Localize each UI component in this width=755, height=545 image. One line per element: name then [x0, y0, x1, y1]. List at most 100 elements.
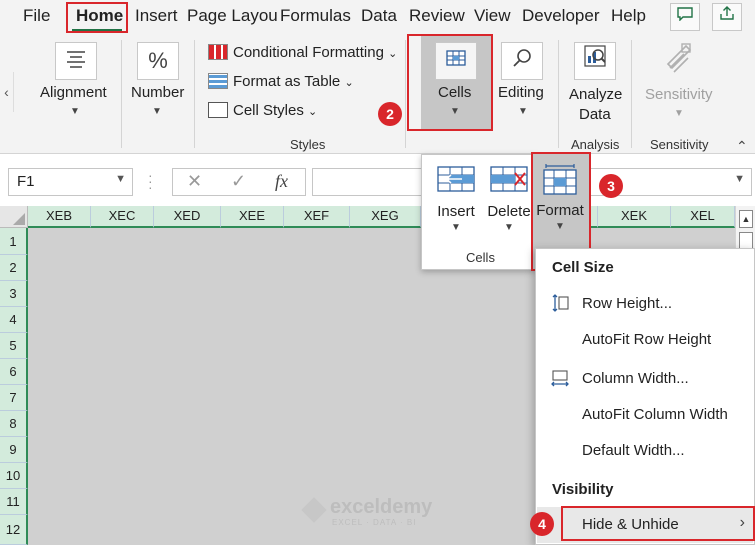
format-as-table-label: Format as Table	[233, 73, 341, 90]
tab-review[interactable]: Review	[409, 6, 465, 26]
editing-button[interactable]: Editing	[498, 84, 544, 101]
row-header[interactable]: 5	[0, 333, 28, 359]
column-header[interactable]: XEE	[221, 206, 284, 228]
cell-styles-button[interactable]: Cell Styles ⌄	[208, 102, 317, 119]
analyze-data-icon[interactable]	[574, 42, 616, 80]
chevron-down-icon: ▼	[504, 222, 514, 233]
sensitivity-button: Sensitivity	[645, 86, 713, 103]
percent-icon[interactable]: %	[137, 42, 179, 80]
autofit-column-width-item[interactable]: AutoFit Column Width	[537, 397, 753, 433]
row-header[interactable]: 11	[0, 489, 28, 515]
tab-page-layout[interactable]: Page Layou	[187, 6, 278, 26]
row-header[interactable]: 4	[0, 307, 28, 333]
alignment-icon[interactable]	[55, 42, 97, 80]
format-menu: Cell Size Row Height... AutoFit Row Heig…	[535, 248, 755, 545]
name-box-value: F1	[17, 173, 35, 190]
tab-developer[interactable]: Developer	[522, 6, 600, 26]
column-header[interactable]: XEF	[284, 206, 350, 228]
row-header[interactable]: 12	[0, 515, 28, 545]
sensitivity-group-label: Sensitivity	[650, 137, 709, 152]
row-height-item[interactable]: Row Height...	[537, 286, 753, 322]
chevron-down-icon[interactable]: ▼	[115, 173, 126, 185]
default-width-label: Default Width...	[582, 442, 685, 459]
cell-styles-icon	[208, 102, 228, 118]
conditional-formatting-label: Conditional Formatting	[233, 44, 384, 61]
row-header[interactable]: 9	[0, 437, 28, 463]
step-badge-4: 4	[530, 512, 554, 536]
sensitivity-icon	[664, 42, 698, 78]
analyze-data-button[interactable]: Analyze	[569, 86, 622, 103]
analyze-data-label-line2: Data	[579, 106, 611, 123]
default-width-item[interactable]: Default Width...	[537, 433, 753, 469]
formula-buttons: ✕ ✓ fx	[172, 168, 306, 196]
tab-formulas[interactable]: Formulas	[280, 6, 351, 26]
home-tab-highlight	[66, 2, 128, 33]
row-height-icon	[551, 294, 569, 312]
column-header[interactable]: XED	[154, 206, 221, 228]
watermark-tagline: EXCEL · DATA · BI	[332, 518, 417, 527]
column-header[interactable]: XEC	[91, 206, 154, 228]
enter-icon[interactable]: ✓	[231, 171, 246, 192]
name-box[interactable]: F1 ▼	[8, 168, 133, 196]
tab-help[interactable]: Help	[611, 6, 646, 26]
analysis-group-label: Analysis	[571, 137, 620, 152]
column-header[interactable]: XEL	[671, 206, 735, 228]
insert-label: Insert	[437, 203, 475, 220]
row-header[interactable]: 2	[0, 255, 28, 281]
tab-insert[interactable]: Insert	[135, 6, 178, 26]
collapse-ribbon-icon[interactable]: ⌃	[736, 138, 748, 155]
alignment-button[interactable]: Alignment	[40, 84, 107, 101]
chevron-down-icon: ▼	[152, 106, 162, 117]
column-width-label: Column Width...	[582, 370, 689, 387]
share-icon[interactable]	[712, 3, 742, 31]
delete-cells-button[interactable]: Delete ▼	[484, 155, 534, 233]
cell-size-heading: Cell Size	[552, 259, 614, 276]
row-header[interactable]: 1	[0, 228, 28, 255]
conditional-formatting-button[interactable]: Conditional Formatting ⌄	[208, 44, 397, 61]
hide-unhide-highlight-box	[561, 506, 755, 541]
number-button[interactable]: Number	[131, 84, 184, 101]
column-header[interactable]: XEK	[598, 206, 671, 228]
autofit-column-width-label: AutoFit Column Width	[582, 406, 728, 423]
ribbon-scroll-left-icon[interactable]: ‹	[0, 72, 14, 112]
row-header[interactable]: 7	[0, 385, 28, 411]
column-header[interactable]: XEB	[28, 206, 91, 228]
cancel-icon[interactable]: ✕	[187, 171, 202, 192]
cells-highlight-box	[407, 34, 493, 131]
cell-styles-label: Cell Styles	[233, 102, 304, 119]
column-width-item[interactable]: Column Width...	[537, 361, 753, 397]
chevron-down-icon[interactable]: ▼	[734, 173, 745, 185]
divider	[631, 40, 632, 148]
divider	[121, 40, 122, 148]
cells-dropdown-panel: Insert ▼ Delete ▼ Cells	[421, 154, 538, 270]
tab-view[interactable]: View	[474, 6, 511, 26]
row-header[interactable]: 3	[0, 281, 28, 307]
visibility-heading: Visibility	[552, 481, 614, 498]
chevron-down-icon: ▼	[518, 106, 528, 117]
select-all-corner[interactable]	[0, 206, 28, 228]
conditional-formatting-icon	[208, 44, 228, 60]
editing-search-icon[interactable]	[501, 42, 543, 80]
autofit-row-height-item[interactable]: AutoFit Row Height	[537, 322, 753, 358]
delete-label: Delete	[487, 203, 531, 220]
row-header[interactable]: 6	[0, 359, 28, 385]
insert-cells-icon	[436, 165, 476, 197]
divider	[405, 40, 406, 148]
row-header[interactable]: 8	[0, 411, 28, 437]
column-header[interactable]: XEG	[350, 206, 421, 228]
format-as-table-icon	[208, 73, 228, 89]
insert-cells-button[interactable]: Insert ▼	[430, 155, 482, 233]
insert-function-icon[interactable]: fx	[275, 171, 288, 192]
step-badge-3: 3	[599, 174, 623, 198]
tab-data[interactable]: Data	[361, 6, 397, 26]
comments-icon[interactable]	[670, 3, 700, 31]
cells-group-label: Cells	[466, 250, 495, 265]
tab-file[interactable]: File	[23, 6, 50, 26]
divider	[558, 40, 559, 148]
scroll-up-icon[interactable]: ▲	[739, 210, 753, 228]
row-header[interactable]: 10	[0, 463, 28, 489]
drag-handle-icon[interactable]: · · ·	[148, 168, 153, 194]
formula-bar: F1 ▼ · · · ✕ ✓ fx ▼	[0, 154, 755, 204]
format-as-table-button[interactable]: Format as Table ⌄	[208, 73, 354, 90]
column-width-icon	[551, 369, 569, 387]
